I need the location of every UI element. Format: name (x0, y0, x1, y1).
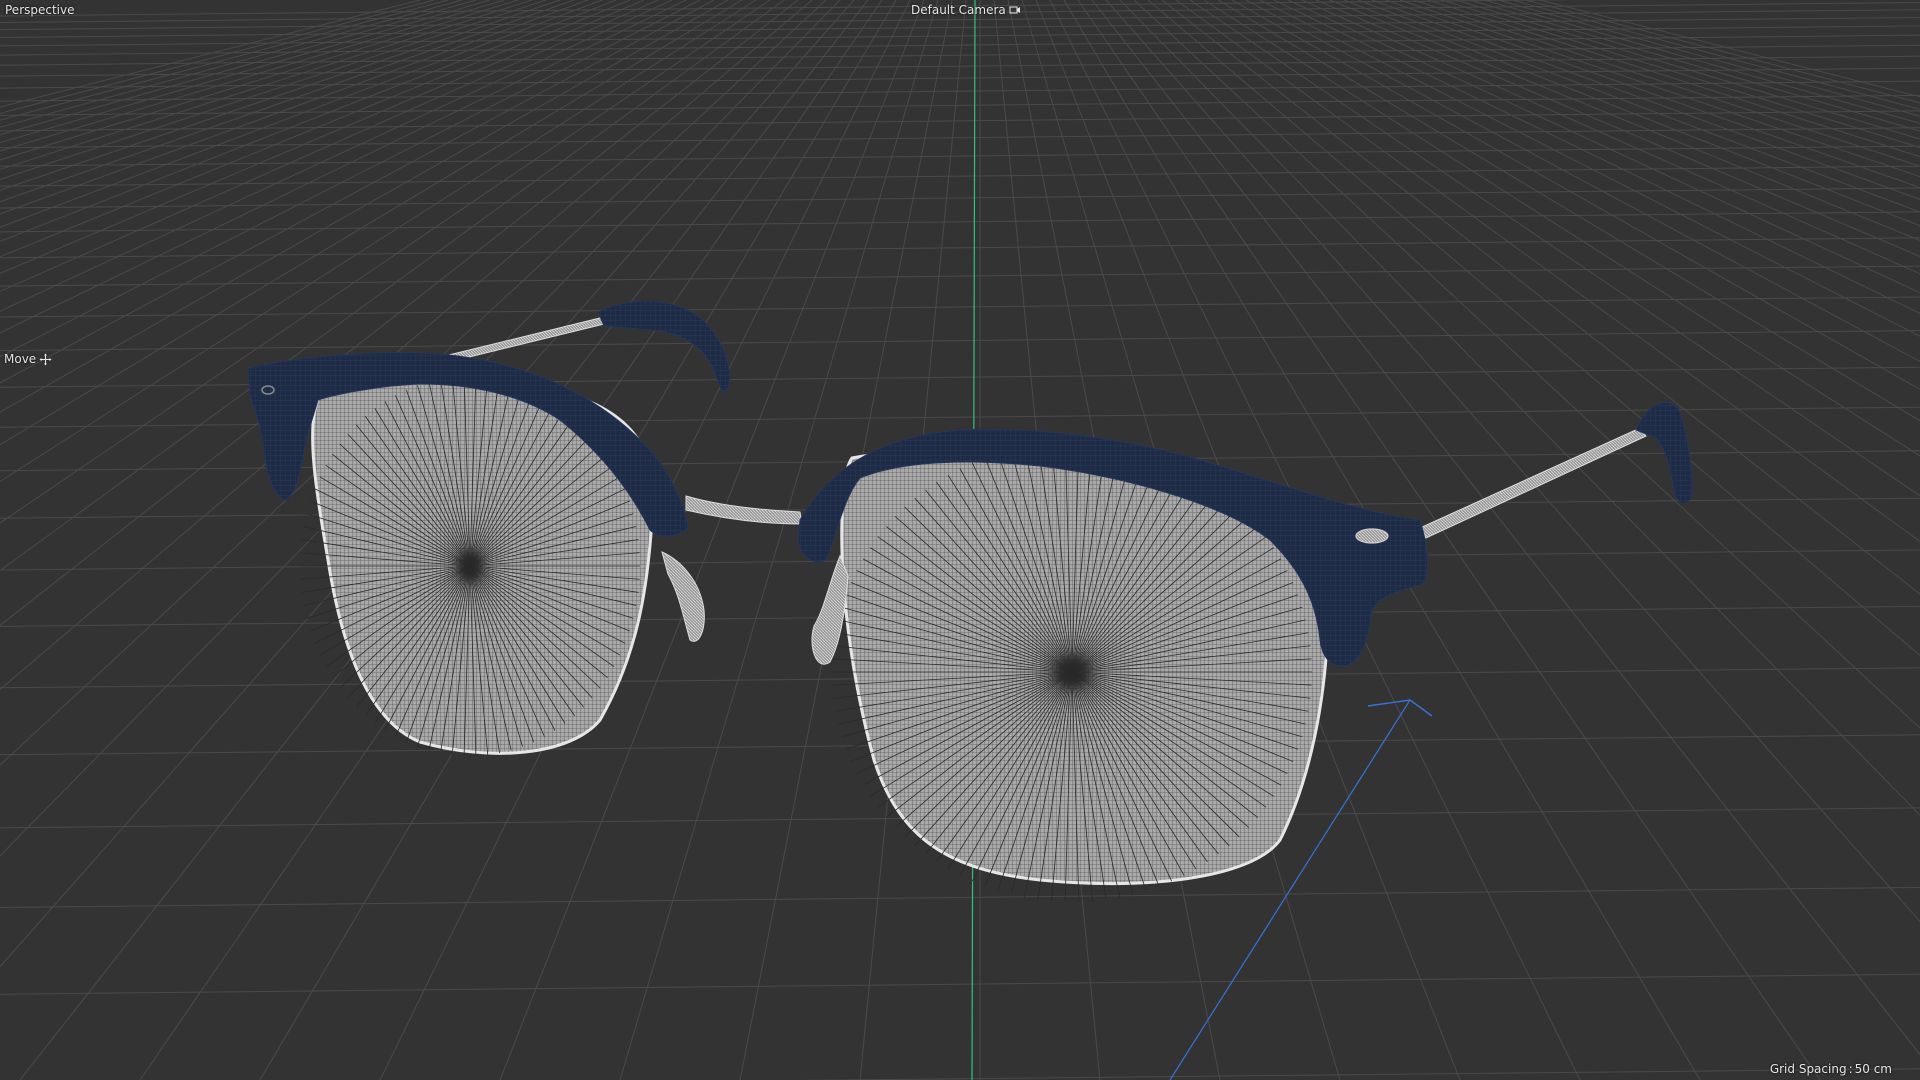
right-hinge-rivet (1355, 528, 1389, 544)
left-nose-pad (661, 551, 705, 642)
right-nose-pad (811, 554, 849, 665)
camera-icon (1009, 4, 1021, 16)
view-name-label[interactable]: Perspective (5, 3, 75, 17)
right-temple-arm (1419, 427, 1647, 539)
grid-spacing-readout: Grid Spacing:50 cm (1769, 1062, 1892, 1076)
grid-spacing-value: 50 cm (1854, 1062, 1892, 1076)
move-icon (39, 353, 52, 366)
grid-spacing-label: Grid Spacing (1769, 1062, 1847, 1076)
camera-selector[interactable]: Default Camera (911, 3, 1021, 17)
active-tool-indicator: Move (4, 352, 52, 366)
glasses-model[interactable] (247, 300, 1693, 902)
right-temple-tip (1635, 401, 1693, 504)
active-tool-name: Move (4, 352, 37, 366)
left-temple-tip (597, 300, 730, 393)
scene-canvas[interactable] (0, 0, 1920, 1080)
camera-name: Default Camera (911, 3, 1006, 17)
3d-viewport[interactable]: Perspective Default Camera Move Grid Spa… (0, 0, 1920, 1080)
